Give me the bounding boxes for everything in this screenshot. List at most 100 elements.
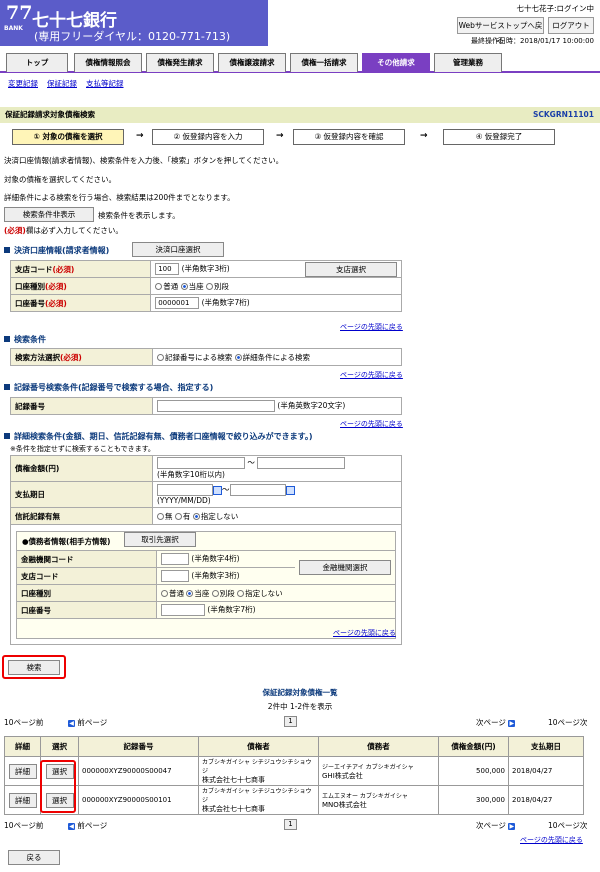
detail-button[interactable]: 詳細 [8, 792, 37, 808]
next-page-link[interactable]: 次ページ [476, 718, 506, 727]
radio-normal[interactable] [155, 283, 163, 290]
settlement-heading: 決済口座情報(請求者情報) [4, 245, 109, 256]
logo-sub: BANK [4, 25, 23, 32]
tab-transfer[interactable]: 債権譲渡請求 [218, 53, 286, 72]
page-top-link[interactable]: ページの先頭に戻る [340, 322, 403, 332]
page-top-link[interactable]: ページの先頭に戻る [340, 419, 403, 429]
branch-code-label: 支店コード [16, 567, 157, 585]
radio-record-search[interactable] [157, 354, 164, 361]
logo-mark: 77 [6, 2, 33, 24]
tab-inquiry[interactable]: 債権情報照会 [74, 53, 142, 72]
sublink-guarantee[interactable]: 保証記録 [47, 79, 77, 88]
col-debtor: 債務者 [318, 736, 439, 757]
partner-select-button[interactable]: 取引先選択 [124, 532, 196, 547]
due-from-input[interactable] [157, 484, 213, 496]
step-2: ② 仮登録内容を入力 [152, 129, 264, 145]
prev-page-icon[interactable]: ◀ [68, 719, 75, 727]
branch-select-button[interactable]: 支店選択 [305, 261, 397, 277]
radio-debtor-unspecified[interactable] [237, 590, 245, 597]
amount-cell: 300,000 [438, 785, 509, 815]
intro-line-3: 詳細条件による検索を行う場合、検索結果は200件までとなります。 [4, 193, 235, 202]
step-3: ③ 仮登録内容を確認 [293, 129, 405, 145]
step-arrow-icon: → [420, 131, 428, 141]
prev-page-link[interactable]: 前ページ [77, 821, 107, 830]
tab-admin[interactable]: 管理業務 [434, 53, 502, 72]
amount-to-input[interactable] [257, 457, 346, 469]
radio-trust-unspecified[interactable] [192, 513, 200, 520]
step-arrow-icon: → [136, 131, 144, 141]
page-top-link[interactable]: ページの先頭に戻る [340, 370, 403, 380]
debtor-account-no-input[interactable] [161, 604, 205, 616]
branch-label: 支店コード(必須) [9, 260, 152, 278]
bank-code-input[interactable] [161, 553, 189, 565]
radio-trust-none[interactable] [157, 513, 164, 520]
record-no-label: 記録番号 [10, 397, 153, 415]
prev-page-link[interactable]: 前ページ [77, 718, 107, 727]
back-button[interactable]: 戻る [8, 850, 60, 865]
prev-page-icon[interactable]: ◀ [68, 822, 75, 830]
toggle-conditions-button[interactable]: 検索条件非表示 [4, 207, 94, 222]
tab-batch[interactable]: 債権一括請求 [290, 53, 358, 72]
account-type-label: 口座種別(必須) [9, 277, 152, 295]
debtor-kana: エムエヌオー カブシキガイシャ [322, 792, 408, 800]
page-top-link[interactable]: ページの先頭に戻る [333, 628, 396, 638]
radio-separate[interactable] [206, 283, 213, 290]
account-no-input[interactable]: 0000001 [155, 297, 200, 309]
calendar-icon[interactable] [285, 485, 295, 495]
radio-trust-yes[interactable] [174, 513, 182, 520]
detail-form: 債権金額(円) ～ (半角数字10桁以内) 支払期日 ～ (YYYY/MM/DD)… [10, 455, 402, 525]
sub-links: 変更記録 保証記録 支払等記録 [8, 78, 133, 89]
col-select: 選択 [40, 736, 79, 757]
radio-debtor-separate[interactable] [211, 590, 219, 597]
next10-link[interactable]: 10ページ次 [548, 717, 587, 728]
account-no-label: 口座番号(必須) [9, 294, 152, 312]
record-no-input[interactable] [157, 400, 275, 412]
page-title-bar: 保証記録請求対象債権検索 SCKGRN11101 [0, 107, 600, 123]
bank-code-label: 金融機関コード [16, 550, 157, 568]
search-button[interactable]: 検索 [8, 660, 60, 675]
bank-select-button[interactable]: 金融機関選択 [299, 560, 391, 575]
next-page-icon[interactable]: ▶ [508, 822, 516, 830]
page-number[interactable]: 1 [284, 819, 297, 830]
creditor-kana: カブシキガイシャ シチジュウシチショウジ [202, 759, 312, 775]
page-title: 保証記録請求対象債権検索 [5, 110, 95, 119]
toggle-note: 検索条件を表示します。 [98, 211, 180, 220]
calendar-icon[interactable] [213, 485, 222, 495]
prev10-link[interactable]: 10ページ前 [4, 820, 43, 831]
sublink-payment[interactable]: 支払等記録 [86, 79, 124, 88]
logout-button[interactable]: ログアウト [548, 17, 594, 34]
web-top-button[interactable]: Webサービストップへ戻る [457, 17, 544, 45]
debtor-branch-input[interactable] [161, 570, 189, 582]
amount-label: 債権金額(円) [10, 455, 153, 482]
radio-debtor-current[interactable] [186, 590, 194, 597]
radio-current[interactable] [180, 283, 188, 290]
debtor-account-no-label: 口座番号 [16, 601, 157, 619]
step-4: ④ 仮登録完了 [443, 129, 555, 145]
tab-issue[interactable]: 債権発生請求 [146, 53, 214, 72]
next-page-link[interactable]: 次ページ [476, 821, 506, 830]
radio-debtor-normal[interactable] [161, 590, 168, 597]
user-status: 七十七花子:ログイン中 [516, 4, 594, 13]
settlement-select-button[interactable]: 決済口座選択 [132, 242, 224, 257]
amount-from-input[interactable] [157, 457, 245, 469]
detail-button[interactable]: 詳細 [8, 763, 37, 779]
creditor-kana: カブシキガイシャ シチジュウシチショウジ [202, 788, 312, 804]
table-row: 詳細 選択 000000XYZ90000S00047 カブシキガイシャ シチジュ… [4, 756, 584, 786]
tab-top[interactable]: トップ [6, 53, 68, 72]
next10-link[interactable]: 10ページ次 [548, 820, 587, 831]
next-page-icon[interactable]: ▶ [508, 719, 516, 727]
due-cell: 2018/04/27 [508, 785, 584, 815]
tab-other[interactable]: その他請求 [362, 53, 430, 72]
free-dial: (専用フリーダイヤル：0120-771-713) [34, 30, 231, 43]
page-number[interactable]: 1 [284, 716, 297, 727]
main-tab-bar: トップ 債権情報照会 債権発生請求 債権譲渡請求 債権一括請求 その他請求 管理… [0, 53, 600, 73]
creditor-name: 株式会社七十七商事 [202, 776, 265, 784]
radio-detail-search[interactable] [234, 354, 242, 361]
prev10-link[interactable]: 10ページ前 [4, 717, 43, 728]
branch-code-input[interactable]: 100 [155, 263, 180, 275]
sublink-change[interactable]: 変更記録 [8, 79, 38, 88]
detail-cond-heading: 詳細検索条件(金額、期日、信託記録有無、債務者口座情報で絞り込みができます。) [4, 431, 313, 442]
due-to-input[interactable] [229, 484, 286, 496]
results-title: 保証記録対象債権一覧 [262, 688, 338, 697]
page-top-link[interactable]: ページの先頭に戻る [520, 835, 583, 845]
